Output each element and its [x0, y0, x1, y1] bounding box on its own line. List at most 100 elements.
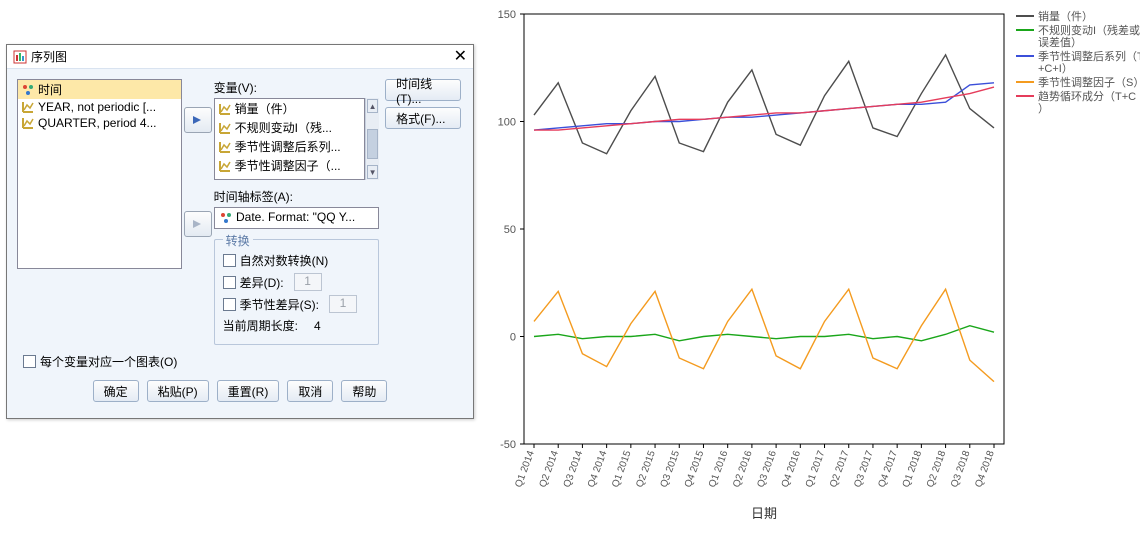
svg-text:Q3 2017: Q3 2017: [852, 449, 876, 489]
svg-text:50: 50: [504, 224, 516, 236]
svg-text:Q1 2016: Q1 2016: [707, 449, 731, 489]
scale-icon: [218, 159, 232, 173]
timelines-label: 时间线(T)...: [396, 75, 450, 106]
svg-text:季节性调整后系列（T: 季节性调整后系列（T: [1038, 49, 1140, 63]
svg-text:销量（件）: 销量（件）: [1038, 9, 1093, 23]
svg-text:Q2 2014: Q2 2014: [538, 449, 562, 489]
cancel-label: 取消: [298, 383, 322, 400]
chart-output: -50 0 50 100 150 Q1 2014Q2 2014Q3 2014Q4 2014…: [484, 4, 1140, 534]
svg-text:误差值）: 误差值）: [1038, 35, 1082, 49]
svg-text:150: 150: [498, 9, 516, 21]
one-chart-label: 每个变量对应一个图表(O): [40, 353, 177, 370]
close-icon[interactable]: ✕: [454, 50, 467, 64]
diff-checkbox[interactable]: [223, 276, 236, 289]
svg-text:0: 0: [510, 332, 516, 344]
transform-legend: 转换: [223, 232, 253, 249]
svg-text:Q3 2014: Q3 2014: [562, 449, 586, 489]
svg-text:Q3 2015: Q3 2015: [659, 449, 683, 489]
scale-icon: [21, 100, 35, 114]
diff-row[interactable]: 差异(D): 1: [223, 273, 370, 291]
paste-label: 粘贴(P): [158, 383, 198, 400]
time-axis-value: Date. Format: "QQ Y...: [236, 210, 355, 224]
svg-text:Q2 2016: Q2 2016: [731, 449, 755, 489]
list-item[interactable]: 季节性调整因子（...: [215, 156, 364, 175]
item-label: 季节性调整后系列...: [235, 138, 341, 155]
svg-text:Q3 2018: Q3 2018: [949, 449, 973, 489]
one-chart-checkbox[interactable]: [23, 355, 36, 368]
svg-text:Q4 2016: Q4 2016: [780, 449, 804, 489]
time-axis-field[interactable]: Date. Format: "QQ Y...: [214, 207, 379, 229]
svg-text:100: 100: [498, 117, 516, 129]
svg-text:不规则变动I（残差或: 不规则变动I（残差或: [1038, 23, 1140, 37]
svg-text:Q4 2014: Q4 2014: [586, 449, 610, 489]
source-list[interactable]: 时间 YEAR, not periodic [... QUARTER, period…: [17, 79, 182, 269]
svg-text:+C+I）: +C+I）: [1038, 62, 1073, 75]
format-label: 格式(F)...: [396, 110, 445, 127]
log-label: 自然对数转换(N): [240, 252, 329, 269]
diff-label: 差异(D):: [240, 274, 284, 291]
item-label: 不规则变动I（残...: [235, 119, 332, 136]
list-item[interactable]: 不规则变动I（残...: [215, 118, 364, 137]
reset-button[interactable]: 重置(R): [217, 380, 280, 402]
log-transform-row[interactable]: 自然对数转换(N): [223, 252, 370, 269]
ok-label: 确定: [104, 383, 128, 400]
nominal-icon: [219, 211, 233, 225]
paste-button[interactable]: 粘贴(P): [147, 380, 209, 402]
scroll-up-icon[interactable]: ▲: [367, 99, 378, 113]
app-icon: [13, 50, 27, 64]
variables-label: 变量(V):: [214, 79, 379, 96]
svg-text:）: ）: [1038, 102, 1049, 115]
diff-value[interactable]: 1: [294, 273, 322, 291]
dialog-buttons: 确定 粘贴(P) 重置(R) 取消 帮助: [17, 374, 463, 412]
svg-text:趋势循环成分（T+C: 趋势循环成分（T+C: [1038, 90, 1136, 103]
one-chart-per-var-row[interactable]: 每个变量对应一个图表(O): [23, 353, 463, 370]
log-checkbox[interactable]: [223, 254, 236, 267]
item-label: QUARTER, period 4...: [38, 116, 157, 130]
scale-icon: [218, 140, 232, 154]
list-item[interactable]: 销量（件）: [215, 99, 364, 118]
cancel-button[interactable]: 取消: [287, 380, 333, 402]
svg-text:Q2 2015: Q2 2015: [634, 449, 658, 489]
title-bar[interactable]: 序列图 ✕: [7, 45, 473, 69]
help-label: 帮助: [352, 383, 376, 400]
item-label: 销量（件）: [235, 100, 295, 117]
scale-icon: [218, 121, 232, 135]
item-label: 季节性调整因子（...: [235, 157, 341, 174]
svg-text:Q2 2018: Q2 2018: [925, 449, 949, 489]
svg-text:Q1 2014: Q1 2014: [513, 449, 537, 489]
list-item[interactable]: YEAR, not periodic [...: [18, 99, 181, 115]
svg-text:-50: -50: [500, 439, 516, 451]
svg-text:Q4 2018: Q4 2018: [973, 449, 997, 489]
list-item[interactable]: 时间: [18, 80, 181, 99]
item-label: YEAR, not periodic [...: [38, 100, 156, 114]
transform-group: 转换 自然对数转换(N) 差异(D): 1 季节性差异(S): 1: [214, 239, 379, 345]
svg-text:Q2 2017: Q2 2017: [828, 449, 852, 489]
sdiff-checkbox[interactable]: [223, 298, 236, 311]
nominal-icon: [21, 83, 35, 97]
sdiff-row[interactable]: 季节性差异(S): 1: [223, 295, 370, 313]
time-axis-label: 时间轴标签(A):: [214, 188, 379, 205]
move-to-vars-button[interactable]: [184, 107, 212, 133]
variables-list[interactable]: 销量（件） 不规则变动I（残... 季节性调整后系列... 季节性调整因子（...: [214, 98, 365, 180]
format-button[interactable]: 格式(F)...: [385, 107, 461, 129]
reset-label: 重置(R): [228, 383, 269, 400]
ok-button[interactable]: 确定: [93, 380, 139, 402]
svg-text:Q1 2015: Q1 2015: [610, 449, 634, 489]
svg-text:Q1 2017: Q1 2017: [804, 449, 828, 489]
sdiff-value[interactable]: 1: [329, 295, 357, 313]
list-item[interactable]: QUARTER, period 4...: [18, 115, 181, 131]
dialog-title: 序列图: [31, 48, 454, 65]
item-label: 时间: [38, 81, 62, 98]
scale-icon: [21, 116, 35, 130]
sdiff-label: 季节性差异(S):: [240, 296, 319, 313]
help-button[interactable]: 帮助: [341, 380, 387, 402]
move-to-axis-button[interactable]: [184, 211, 212, 237]
list-item[interactable]: 季节性调整后系列...: [215, 137, 364, 156]
period-label: 当前周期长度:: [223, 317, 298, 334]
svg-text:日期: 日期: [751, 506, 777, 521]
scroll-thumb[interactable]: [367, 129, 378, 159]
scroll-down-icon[interactable]: ▼: [367, 165, 378, 179]
timelines-button[interactable]: 时间线(T)...: [385, 79, 461, 101]
svg-text:Q3 2016: Q3 2016: [755, 449, 779, 489]
scrollbar[interactable]: ▲ ▼: [365, 98, 379, 180]
